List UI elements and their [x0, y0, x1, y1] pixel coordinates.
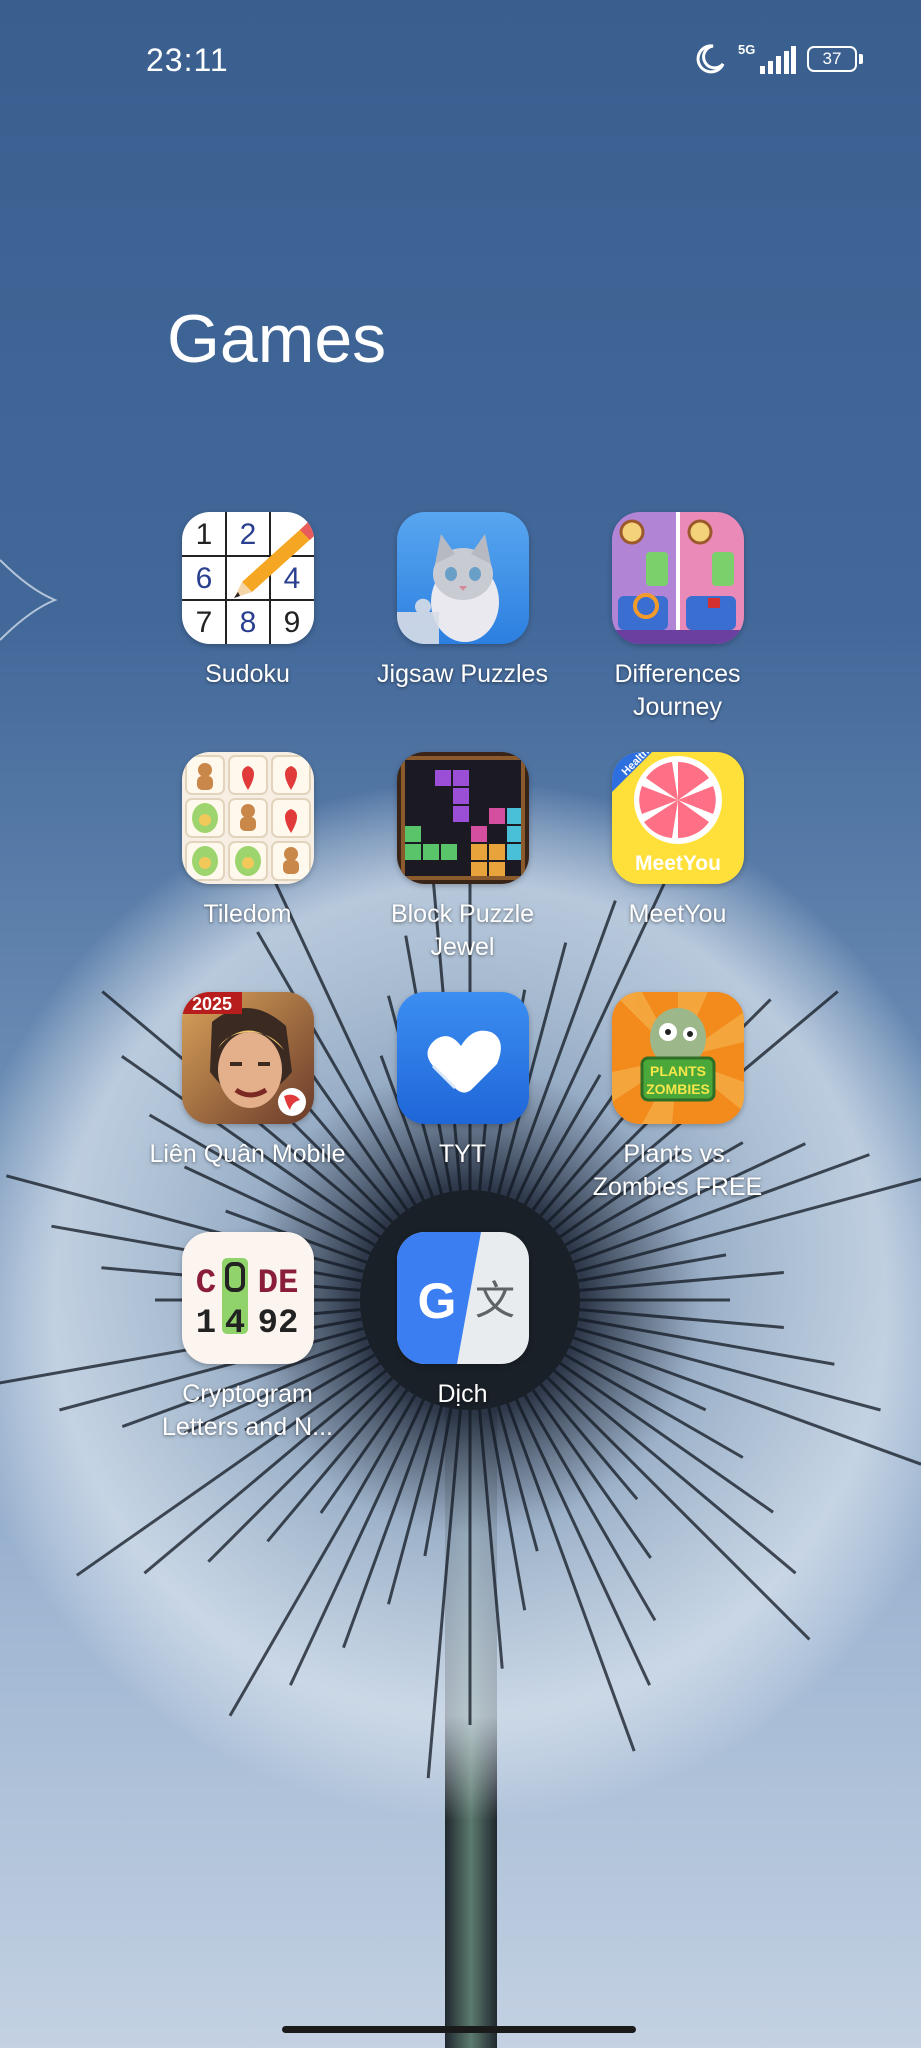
signal-icon	[760, 46, 796, 74]
app-label: TYT	[438, 1140, 487, 1168]
crypto-digit: 4	[224, 1305, 244, 1343]
translate-char: 文	[475, 1278, 515, 1324]
moon-icon	[696, 44, 725, 74]
app-tyt[interactable]: TYT	[355, 992, 570, 1232]
block-puzzle-jewel-icon[interactable]	[396, 752, 529, 884]
app-meetyou[interactable]: Health MeetYou MeetYou	[570, 752, 785, 992]
app-label: Jigsaw Puzzles	[377, 660, 548, 688]
app-label: Liên Quân Mobile	[149, 1140, 346, 1168]
app-google-translate[interactable]: G 文 Dịch	[355, 1232, 570, 1472]
sudoku-digit: 1	[195, 518, 212, 551]
app-label: Dịch	[437, 1380, 488, 1408]
sudoku-digit: 7	[195, 606, 212, 639]
status-time: 23:11	[146, 42, 229, 78]
battery-icon: 37	[807, 46, 857, 72]
differences-journey-icon[interactable]	[611, 512, 744, 644]
sudoku-icon[interactable]: 1 2 6 4 7 8 9	[181, 512, 314, 644]
google-translate-icon[interactable]: G 文	[396, 1232, 529, 1364]
crypto-digit: 92	[257, 1305, 298, 1343]
app-label: MeetYou	[628, 900, 727, 928]
network-type-label: 5G	[738, 42, 756, 57]
app-label: Cryptogram Letters and N...	[162, 1380, 333, 1441]
crypto-letter: DE	[257, 1265, 298, 1303]
app-cryptogram[interactable]: C DE 1 4 92 Cryptogram Letters and N...	[140, 1232, 355, 1472]
app-label: Differences Journey	[614, 660, 741, 721]
crypto-letter: C	[195, 1265, 215, 1303]
app-jigsaw-puzzles[interactable]: Jigsaw Puzzles	[355, 512, 570, 752]
app-label: Sudoku	[205, 660, 290, 688]
status-bar: 23:11 5G 37	[0, 0, 921, 120]
plants-vs-zombies-icon[interactable]: PLANTS ZOMBIES	[611, 992, 744, 1124]
app-plants-vs-zombies[interactable]: PLANTS ZOMBIES Plants vs. Zombies FREE	[570, 992, 785, 1232]
crypto-digit: 1	[195, 1305, 215, 1343]
jigsaw-puzzles-icon[interactable]	[396, 512, 529, 644]
meetyou-icon[interactable]: Health MeetYou	[611, 752, 744, 884]
folder-title: Games	[167, 301, 387, 377]
battery-tip	[859, 54, 863, 64]
tiledom-icon[interactable]	[181, 752, 314, 884]
tyt-icon[interactable]	[396, 992, 529, 1124]
app-lien-quan-mobile[interactable]: 2025 Liên Quân Mobile	[140, 992, 355, 1232]
app-sudoku[interactable]: 1 2 6 4 7 8 9 Sudoku	[140, 512, 355, 752]
app-label: Plants vs. Zombies FREE	[592, 1140, 763, 1201]
app-label: Block Puzzle Jewel	[390, 900, 535, 961]
app-tiledom[interactable]: Tiledom	[140, 752, 355, 992]
sudoku-digit: 2	[239, 518, 256, 551]
meetyou-brand: MeetYou	[635, 852, 721, 875]
app-block-puzzle-jewel[interactable]: Block Puzzle Jewel	[355, 752, 570, 992]
pvz-line2: ZOMBIES	[646, 1081, 710, 1097]
battery-level: 37	[822, 49, 842, 68]
cryptogram-icon[interactable]: C DE 1 4 92	[181, 1232, 314, 1364]
pvz-line1: PLANTS	[650, 1063, 706, 1079]
sudoku-digit: 8	[239, 606, 256, 639]
app-label: Tiledom	[203, 900, 292, 928]
sudoku-digit: 9	[283, 606, 300, 639]
lienquan-year: 2025	[191, 994, 231, 1014]
lien-quan-mobile-icon[interactable]: 2025	[181, 992, 314, 1124]
app-differences-journey[interactable]: Differences Journey	[570, 512, 785, 752]
sudoku-digit: 6	[195, 562, 212, 595]
app-grid: 1 2 6 4 7 8 9 Sudoku Jigsaw Puzzles Diff…	[140, 512, 785, 1472]
sudoku-digit: 4	[283, 562, 300, 595]
home-indicator[interactable]	[282, 2026, 636, 2033]
translate-g: G	[417, 1273, 456, 1329]
